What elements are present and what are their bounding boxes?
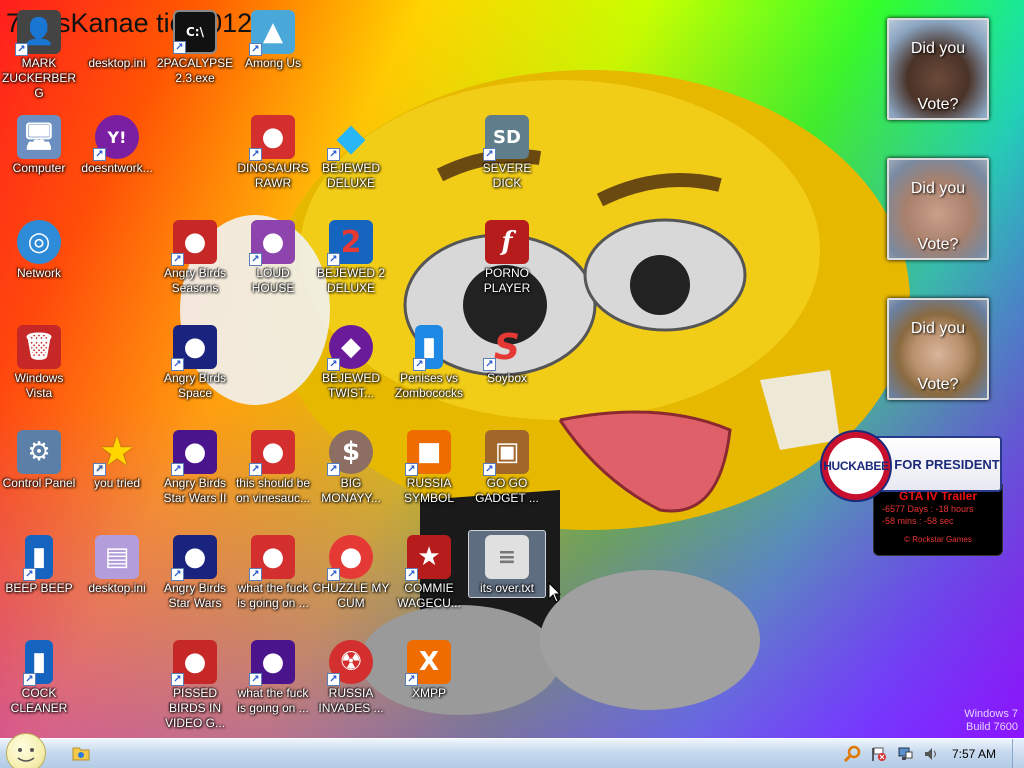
icon-bejewed-deluxe[interactable]: ◆ ↗ BEJEWED DELUXE <box>312 115 390 191</box>
among-us-icon: ▲ ↗ <box>249 10 295 56</box>
control-panel-icon: ⚙ <box>17 430 61 474</box>
icon-2pacalypse[interactable]: C:\ ↗ 2PACALYPSE 2.3.exe <box>156 10 234 86</box>
clock[interactable]: 7:57 AM <box>952 747 996 761</box>
desktop[interactable]: 7 ossKanae tion 012 👤 ↗ MARK ZUCKERBERG 🖥… <box>0 0 1024 738</box>
icon-control-panel[interactable]: ⚙ Control Panel <box>0 430 78 491</box>
angry-birds-star-wars-ii-icon: ● ↗ <box>171 430 217 476</box>
icon-pissed-birds[interactable]: ● ↗ PISSED BIRDS IN VIDEO G... <box>156 640 234 731</box>
angry-bird-icon: ● ↗ <box>249 535 295 581</box>
gta-countdown-gadget[interactable]: GTA IV Trailer -6577 Days : -18 hours -5… <box>873 484 1003 556</box>
quicklaunch-explorer[interactable] <box>72 745 90 765</box>
taskbar: 7:57 AM <box>0 733 1024 768</box>
angry-bird-icon: ● ↗ <box>249 115 295 161</box>
icon-commie-wagecuck[interactable]: ★ ↗ COMMIE WAGECU... <box>390 535 468 611</box>
action-center-flag-icon[interactable] <box>869 744 889 764</box>
icon-severe-dick[interactable]: SD ↗ SEVERE DICK <box>468 115 546 191</box>
show-desktop-button[interactable] <box>1012 739 1024 768</box>
red-star-icon: ★ ↗ <box>405 535 451 581</box>
recycle-bin-icon: 🗑 <box>17 325 61 369</box>
system-tray: 7:57 AM <box>840 739 1024 768</box>
icon-its-over-txt[interactable]: ≡ its over.txt <box>468 530 546 598</box>
angry-birds-star-wars-icon: ● ↗ <box>171 535 217 581</box>
icon-xmpp[interactable]: X ↗ XMPP <box>390 640 468 701</box>
flash-player-icon: f <box>485 220 529 264</box>
icon-soybox[interactable]: S ↗ Soybox <box>468 325 546 386</box>
xampp-icon: X ↗ <box>405 640 451 686</box>
gold-star-icon: ★ ↗ <box>93 429 139 476</box>
computer-icon: 🖥 <box>17 115 61 159</box>
icon-chuzzle-my-cum[interactable]: ● ↗ CHUZZLE MY CUM <box>312 535 390 611</box>
command-prompt-icon: C:\ ↗ <box>173 10 217 54</box>
icon-windows-vista[interactable]: 🗑 Windows Vista <box>0 325 78 401</box>
angry-birds-space-icon: ● ↗ <box>171 325 217 371</box>
icon-russia-symbol[interactable]: ■ ↗ RUSSIA SYMBOL <box>390 430 468 506</box>
icon-desktop-ini-1[interactable]: desktop.ini <box>78 10 156 71</box>
huckabee-panel: FOR PRESIDENT <box>874 436 1002 492</box>
icon-loud-house[interactable]: ● ↗ LOUD HOUSE <box>234 220 312 296</box>
briefcase-icon: ▣ ↗ <box>483 430 529 476</box>
person-icon: 👤 ↗ <box>15 10 61 56</box>
angry-birds-seasons-icon: ● ↗ <box>171 220 217 266</box>
soybox-icon: S ↗ <box>483 325 529 371</box>
icon-angry-birds-star-wars-ii[interactable]: ● ↗ Angry Birds Star Wars II <box>156 430 234 506</box>
icon-angry-birds-seasons[interactable]: ● ↗ Angry Birds Seasons <box>156 220 234 296</box>
russia-symbol-icon: ■ ↗ <box>405 430 451 476</box>
app-icon: ▮ ↗ <box>23 535 53 581</box>
start-button[interactable] <box>6 733 46 768</box>
angry-bird-icon: ● ↗ <box>249 430 295 476</box>
windows-watermark: Windows 7 Build 7600 <box>964 708 1018 733</box>
gear-sd-icon: SD ↗ <box>483 115 529 161</box>
text-file-icon: ≡ <box>485 535 529 579</box>
yahoo-messenger-icon: Y! ↗ <box>93 115 139 161</box>
icon-among-us[interactable]: ▲ ↗ Among Us <box>234 10 312 71</box>
icon-doesntwork[interactable]: Y! ↗ doesntwork... <box>78 115 156 176</box>
icon-you-tried[interactable]: ★ ↗ you tried <box>78 429 156 491</box>
icon-cock-cleaner[interactable]: ▮ ↗ COCK CLEANER <box>0 640 78 716</box>
icon-dinosaurs-rawr[interactable]: ● ↗ DINOSAURS RAWR <box>234 115 312 191</box>
huckabee-gadget[interactable]: FOR PRESIDENT HUCKABEE <box>820 430 1002 502</box>
volume-icon[interactable] <box>921 744 941 764</box>
blank-file-icon <box>95 10 139 54</box>
network-globe-icon: ◎ <box>17 220 61 264</box>
bejewed-twist-icon: ◆ ↗ <box>327 325 373 371</box>
search-icon[interactable] <box>843 744 863 764</box>
chuzzle-icon: ● ↗ <box>327 535 373 581</box>
icon-go-go-gadget[interactable]: ▣ ↗ GO GO GADGET ... <box>468 430 546 506</box>
icon-computer[interactable]: 🖥 Computer <box>0 115 78 176</box>
settings-file-icon: ▤ <box>95 535 139 579</box>
icon-bejewed-2-deluxe[interactable]: 2 ↗ BEJEWED 2 DELUXE <box>312 220 390 296</box>
icon-angry-birds-star-wars[interactable]: ● ↗ Angry Birds Star Wars <box>156 535 234 611</box>
app-icon: ▮ ↗ <box>413 325 443 371</box>
money-bag-icon: $ ↗ <box>327 430 373 476</box>
mouse-cursor-icon <box>548 582 562 603</box>
icon-what-the-fuck-2[interactable]: ● ↗ what the fuck is going on ... <box>234 640 312 716</box>
angry-birds-space-icon: ● ↗ <box>249 640 295 686</box>
icon-what-the-fuck-1[interactable]: ● ↗ what the fuck is going on ... <box>234 535 312 611</box>
network-icon[interactable] <box>895 744 915 764</box>
icon-beep-beep[interactable]: ▮ ↗ BEEP BEEP <box>0 535 78 596</box>
icon-angry-birds-space[interactable]: ● ↗ Angry Birds Space <box>156 325 234 401</box>
icon-penises-vs-zombococks[interactable]: ▮ ↗ Penises vs Zombococks <box>390 325 468 401</box>
vote-gadget-1[interactable]: Did you Vote? <box>887 18 989 120</box>
icon-bejewed-twist[interactable]: ◆ ↗ BEJEWED TWIST... <box>312 325 390 401</box>
smiley-face-icon <box>17 748 35 762</box>
icon-this-should-be-on-vinesauce[interactable]: ● ↗ this should be on vinesauc... <box>234 430 312 506</box>
angry-bird-icon: ● ↗ <box>171 640 217 686</box>
app-icon: ▮ ↗ <box>23 640 53 686</box>
bejewed-2-icon: 2 ↗ <box>327 220 373 266</box>
diamond-icon: ◆ ↗ <box>327 115 373 161</box>
icon-mark-zuckerberg[interactable]: 👤 ↗ MARK ZUCKERBERG <box>0 10 78 101</box>
vote-gadget-3[interactable]: Did you Vote? <box>887 298 989 400</box>
icon-porno-player[interactable]: f PORNO PLAYER <box>468 220 546 296</box>
huckabee-badge: HUCKABEE <box>820 430 892 502</box>
folder-icon <box>72 747 90 761</box>
icon-big-monayy[interactable]: $ ↗ BIG MONAYY... <box>312 430 390 506</box>
vote-gadget-2[interactable]: Did you Vote? <box>887 158 989 260</box>
loud-house-icon: ● ↗ <box>249 220 295 266</box>
icon-network[interactable]: ◎ Network <box>0 220 78 281</box>
icon-desktop-ini-2[interactable]: ▤ desktop.ini <box>78 535 156 596</box>
radiation-icon: ☢ ↗ <box>327 640 373 686</box>
icon-russia-invades[interactable]: ☢ ↗ RUSSIA INVADES ... <box>312 640 390 716</box>
